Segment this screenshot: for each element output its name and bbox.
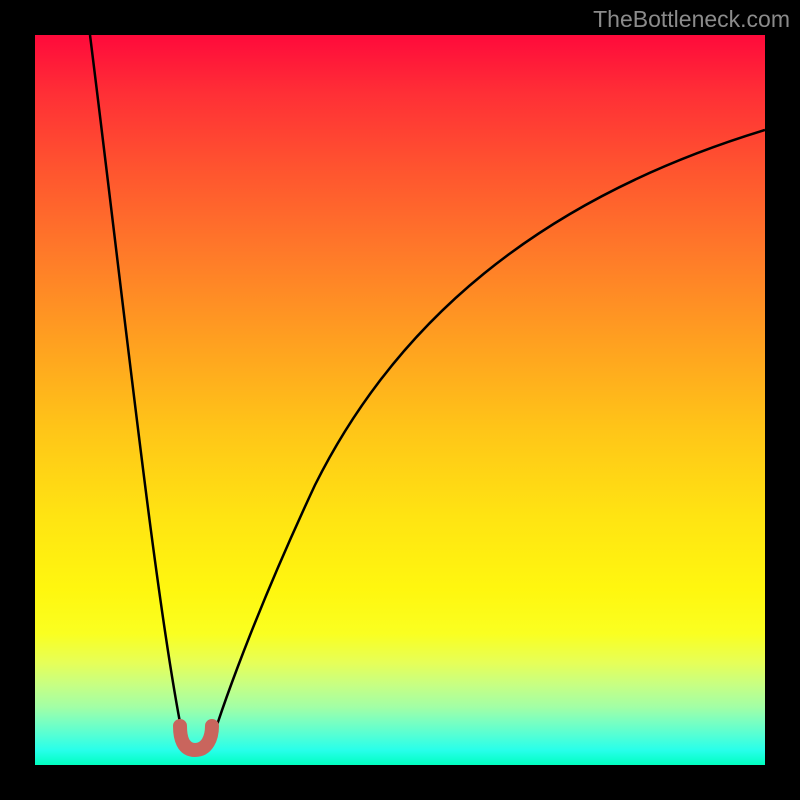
left-curve [90, 35, 197, 749]
plot-area [35, 35, 765, 765]
valley-marker [180, 726, 212, 750]
watermark-text: TheBottleneck.com [593, 6, 790, 33]
chart-frame: TheBottleneck.com [0, 0, 800, 800]
curves-svg [35, 35, 765, 765]
right-curve [210, 130, 765, 748]
